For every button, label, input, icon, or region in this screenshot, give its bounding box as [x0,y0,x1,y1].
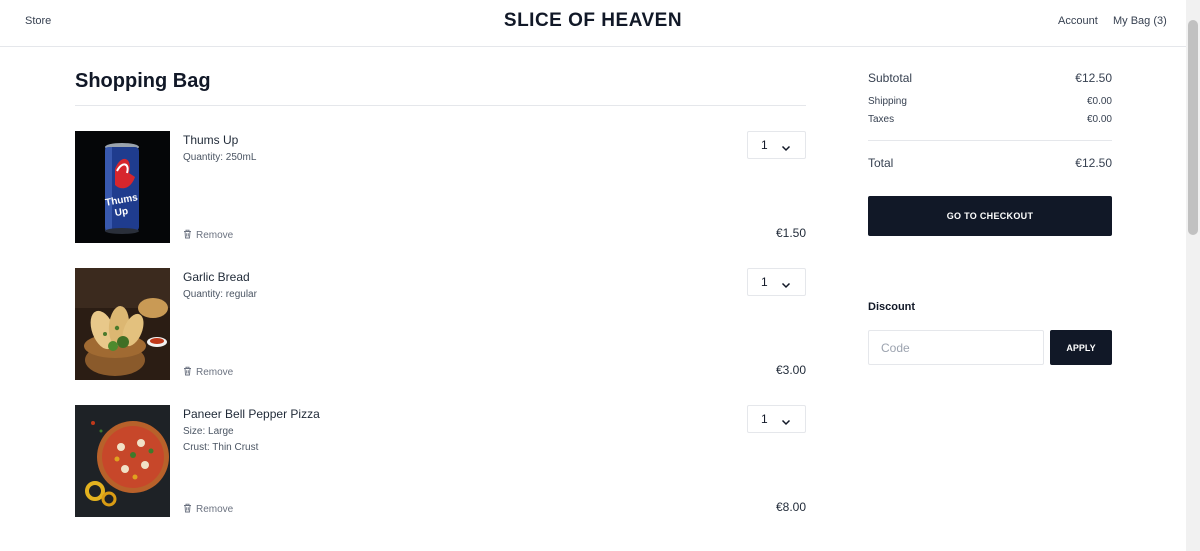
page-scrollbar[interactable] [1186,0,1200,551]
remove-button[interactable]: Remove [183,229,233,242]
chevron-down-icon [781,141,791,155]
brand-logo-link[interactable]: SLICE OF HEAVEN [504,10,682,31]
product-image-pizza[interactable] [75,405,170,517]
item-name: Paneer Bell Pepper Pizza [183,407,320,421]
trash-icon [183,229,192,242]
quantity-select[interactable]: 1 [747,405,806,433]
subtotal-label: Subtotal [868,71,913,85]
remove-label: Remove [196,230,234,241]
my-bag-link[interactable]: My Bag (3) [1113,15,1167,27]
remove-button[interactable]: Remove [183,503,233,516]
item-price: €1.50 [775,226,806,240]
item-name: Garlic Bread [183,270,250,284]
item-price: €3.00 [775,363,806,377]
store-link[interactable]: Store [25,15,51,27]
top-navigation: Store SLICE OF HEAVEN Account My Bag (3) [0,0,1186,47]
total-value: €12.50 [1075,156,1112,170]
shipping-label: Shipping [868,96,907,107]
cart-item-garlic-bread: Garlic Bread Quantity: regular Remove 1 … [75,268,806,380]
cart-item-thums-up: Thums Up Thums Up Quantity: 250mL Remove… [75,131,806,243]
total-label: Total [868,156,894,170]
product-image-cola-can[interactable]: Thums Up [75,131,170,243]
account-link[interactable]: Account [1058,15,1098,27]
quantity-select[interactable]: 1 [747,131,806,159]
scrollbar-thumb[interactable] [1188,20,1198,235]
item-name: Thums Up [183,133,239,147]
taxes-label: Taxes [868,114,895,125]
title-divider [75,105,806,106]
cart-item-paneer-pizza: Paneer Bell Pepper Pizza Size: Large Cru… [75,405,806,517]
quantity-value: 1 [761,412,768,426]
remove-label: Remove [196,367,234,378]
subtotal-value: €12.50 [1075,71,1112,85]
svg-text:Up: Up [114,206,129,219]
chevron-down-icon [781,278,791,292]
discount-code-input[interactable] [868,330,1044,365]
item-option: Quantity: 250mL [183,152,257,163]
discount-title: Discount [868,301,916,313]
item-option: Quantity: regular [183,289,257,300]
shipping-value: €0.00 [1086,96,1112,107]
product-image-garlic-bread-basket[interactable] [75,268,170,380]
apply-discount-button[interactable]: APPLY [1050,330,1112,365]
quantity-select[interactable]: 1 [747,268,806,296]
quantity-value: 1 [761,138,768,152]
item-price: €8.00 [775,500,806,514]
checkout-button[interactable]: GO TO CHECKOUT [868,196,1112,236]
brand-title-container: SLICE OF HEAVEN [0,10,1186,32]
page-title: Shopping Bag [75,70,211,92]
trash-icon [183,366,192,379]
remove-button[interactable]: Remove [183,366,233,379]
trash-icon [183,503,192,516]
taxes-value: €0.00 [1086,114,1112,125]
remove-label: Remove [196,504,234,515]
quantity-value: 1 [761,275,768,289]
chevron-down-icon [781,415,791,429]
item-option-size: Size: Large [183,426,234,437]
item-option-crust: Crust: Thin Crust [183,442,259,453]
summary-divider [868,140,1112,141]
